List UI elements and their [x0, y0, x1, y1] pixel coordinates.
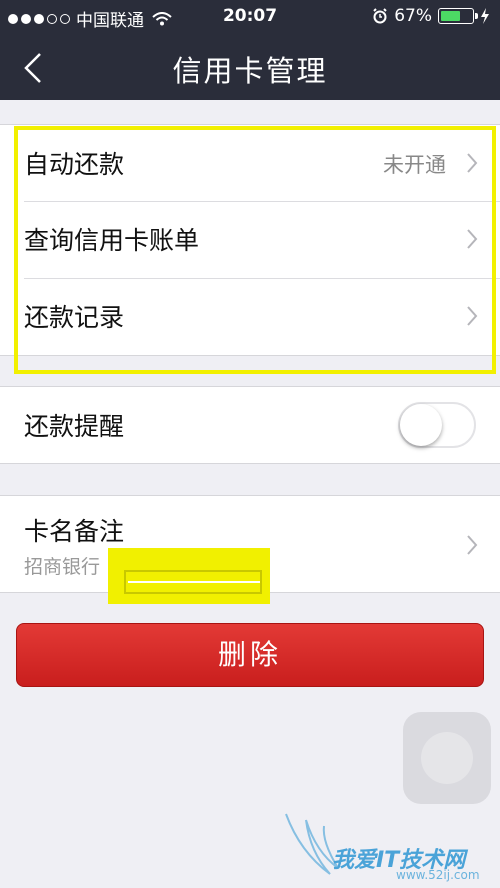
repayment-group: 自动还款 未开通 查询信用卡账单 还款记录	[0, 124, 500, 356]
chevron-right-icon	[467, 153, 478, 173]
delete-button[interactable]: 删除	[16, 623, 484, 687]
toggle-knob	[400, 404, 442, 446]
reminder-label: 还款提醒	[24, 412, 125, 441]
reminder-group: 还款提醒	[0, 386, 500, 464]
reminder-row: 还款提醒	[0, 387, 500, 463]
chevron-right-icon	[467, 535, 478, 555]
charging-icon	[481, 8, 489, 24]
watermark-url: www.52ij.com	[396, 868, 480, 882]
nav-bar: 信用卡管理	[0, 34, 500, 100]
assistive-touch-button[interactable]	[403, 712, 491, 804]
query-bill-label: 查询信用卡账单	[24, 226, 200, 255]
auto-repay-row[interactable]: 自动还款 未开通	[0, 125, 500, 201]
auto-repay-status: 未开通	[383, 153, 446, 177]
assistive-touch-ring	[421, 732, 473, 784]
repay-history-label: 还款记录	[24, 303, 125, 332]
auto-repay-label: 自动还款	[24, 150, 125, 179]
page-title: 信用卡管理	[172, 54, 328, 88]
repay-history-row[interactable]: 还款记录	[0, 278, 500, 355]
alarm-icon	[373, 8, 387, 24]
query-bill-row[interactable]: 查询信用卡账单	[0, 201, 500, 278]
status-right: 67%	[372, 6, 490, 26]
watermark: 我爱IT技术网 www.52ij.com	[280, 812, 490, 888]
reminder-toggle[interactable]	[398, 402, 476, 448]
chevron-right-icon	[467, 229, 478, 249]
chevron-right-icon	[467, 306, 478, 326]
card-bank-name: 招商银行	[24, 556, 101, 578]
battery-icon	[438, 8, 478, 24]
status-bar: 中国联通 20:07 67%	[0, 0, 500, 34]
top-bar: 中国联通 20:07 67% 信用卡管理	[0, 0, 500, 100]
redaction-mark	[108, 548, 270, 604]
battery-percent: 67%	[394, 6, 432, 26]
card-note-label: 卡名备注	[24, 517, 125, 546]
